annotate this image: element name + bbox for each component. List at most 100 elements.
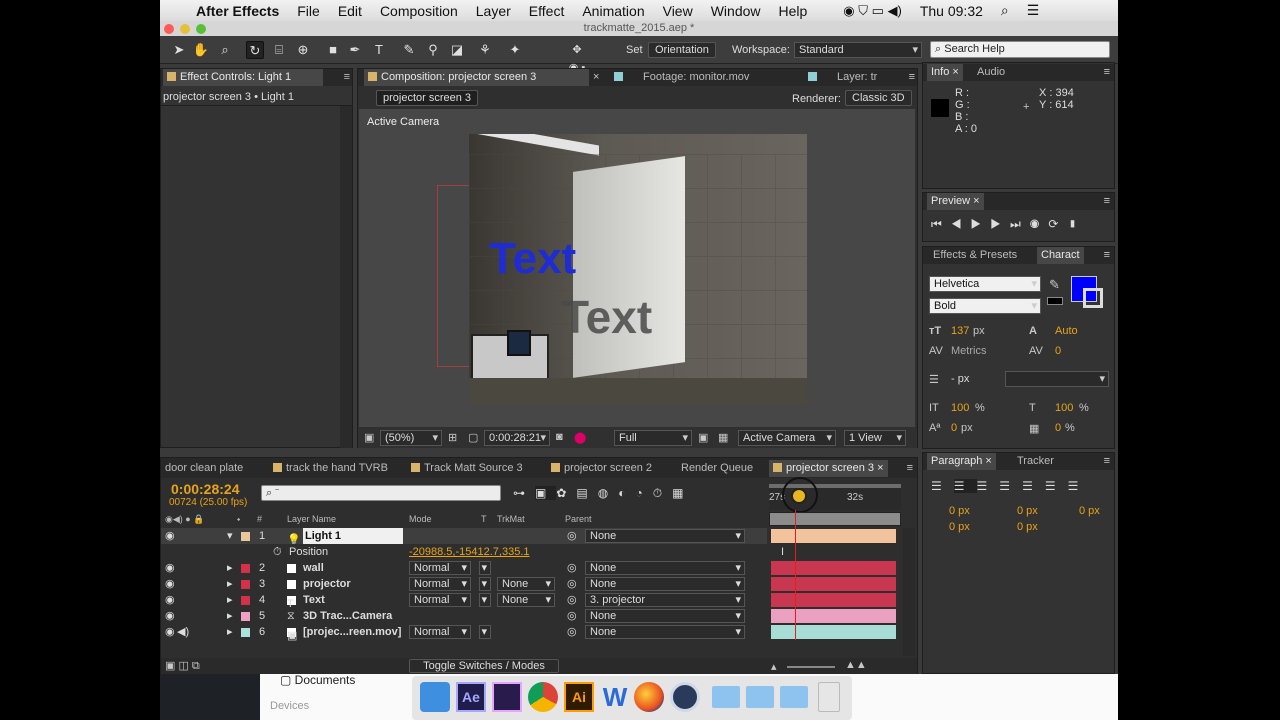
folder-icon[interactable] [712, 686, 740, 708]
view-layout-dropdown[interactable]: 1 View [844, 430, 906, 446]
kerning-value[interactable]: Metrics [951, 345, 986, 357]
camera-dropdown[interactable]: Active Camera [738, 430, 836, 446]
pan-behind-tool-icon[interactable]: ⊕ [294, 41, 312, 59]
timeline-search-input[interactable]: ⌕ ⁻ [261, 485, 501, 501]
table-row[interactable]: ◉ ▸ 5 ⧖ 3D Trac...Camera ◎ None [161, 608, 767, 624]
zoom-out-icon[interactable]: ▴ [771, 660, 777, 673]
chrome-icon[interactable] [528, 682, 558, 712]
preserve-transparency-box[interactable] [479, 625, 491, 639]
pickwhip-icon[interactable]: ◎ [567, 608, 577, 624]
layer-duration-bar[interactable] [771, 609, 896, 623]
layer-duration-bar[interactable] [771, 529, 896, 543]
app-menu[interactable]: After Effects [187, 3, 288, 19]
parent-dropdown[interactable]: None [585, 625, 745, 639]
baseline-shift-value[interactable]: 0 [951, 422, 957, 434]
panel-menu-icon[interactable]: ≡ [909, 71, 915, 83]
layer-name[interactable]: wall [303, 560, 324, 576]
last-frame-icon[interactable]: ⏭ [1010, 217, 1030, 231]
tracking-value[interactable]: 0 [1055, 345, 1061, 357]
notification-icon[interactable]: ☰ [1018, 2, 1049, 19]
rectangle-tool-icon[interactable]: ■ [324, 41, 342, 59]
ram-preview-icon[interactable]: ▮ [1067, 217, 1086, 231]
effect-controls-scrollbar[interactable] [340, 106, 352, 448]
stopwatch-icon[interactable]: ⏱ [653, 486, 672, 500]
indent-right[interactable]: 0 px [1017, 505, 1038, 517]
minimize-window-icon[interactable] [180, 24, 190, 34]
mode-dropdown[interactable]: Normal [409, 561, 471, 575]
tab-render-queue[interactable]: Render Queue [677, 460, 757, 477]
label-color-swatch[interactable] [241, 532, 250, 541]
comp-frame[interactable]: Text Text [469, 134, 807, 404]
pickwhip-icon[interactable]: ◎ [567, 592, 577, 608]
loop-icon[interactable]: ⟳ [1048, 217, 1067, 231]
layer-name[interactable]: projector [303, 576, 351, 592]
expand-icon[interactable]: ▸ [227, 576, 233, 592]
panel-menu-icon[interactable]: ≡ [1104, 455, 1110, 467]
stopwatch-icon[interactable]: ⏱ [273, 544, 282, 560]
eye-icon[interactable]: ◉ [165, 592, 175, 608]
preserve-transparency-box[interactable] [479, 561, 491, 575]
channels-icon[interactable]: ⬤ [574, 431, 586, 444]
stroke-color-swatch[interactable] [1083, 288, 1103, 308]
current-time[interactable]: 0:00:28:24 [171, 481, 240, 497]
mode-dropdown[interactable]: Normal [409, 577, 471, 591]
leading-value[interactable]: Auto [1055, 325, 1078, 337]
table-row[interactable]: ◉ ▸ 4 T Text Normal None ◎ 3. projector [161, 592, 767, 610]
menu-view[interactable]: View [654, 3, 702, 19]
shy-icon[interactable]: ✿ [556, 486, 576, 500]
menu-edit[interactable]: Edit [329, 3, 371, 19]
layer-name[interactable]: Text [303, 592, 325, 608]
expand-icon[interactable]: ▾ [227, 528, 233, 544]
next-frame-icon[interactable]: ▶ [990, 217, 1010, 231]
selection-tool-icon[interactable]: ➤ [170, 41, 188, 59]
align-left-icon[interactable]: ☰ [931, 479, 954, 493]
parent-dropdown[interactable]: None [585, 609, 745, 623]
finder-documents[interactable]: ▢ Documents [280, 673, 355, 687]
preserve-transparency-box[interactable] [479, 593, 491, 607]
space-before[interactable]: 0 px [949, 521, 970, 533]
trkmat-column[interactable]: TrkMat [497, 514, 525, 524]
roto-brush-tool-icon[interactable]: ⚘ [476, 41, 494, 59]
renderer-button[interactable]: Classic 3D [845, 90, 912, 106]
resolution-dropdown[interactable]: Full [614, 430, 692, 446]
parent-column[interactable]: Parent [565, 514, 592, 524]
justify-all-icon[interactable]: ☰ [1068, 479, 1091, 493]
premiere-icon[interactable] [492, 682, 522, 712]
font-size-value[interactable]: 137 [951, 325, 969, 337]
menu-effect[interactable]: Effect [520, 3, 574, 19]
tab-preview[interactable]: Preview × [927, 193, 984, 210]
font-family-dropdown[interactable]: Helvetica [929, 276, 1041, 292]
layer-duration-bar[interactable] [771, 561, 896, 575]
tab-tracker[interactable]: Tracker [1013, 453, 1058, 470]
mode-column[interactable]: Mode [409, 514, 432, 524]
table-row[interactable]: ◉ ▸ 3 projector Normal None ◎ None [161, 576, 767, 592]
panel-menu-icon[interactable]: ≡ [344, 71, 350, 83]
layer-name[interactable]: [projec...reen.mov] [303, 624, 401, 640]
mode-dropdown[interactable]: Normal [409, 593, 471, 607]
quicktime-icon[interactable] [670, 682, 700, 712]
eyedropper-icon[interactable]: ✎ [1049, 277, 1060, 293]
layer-name[interactable]: 3D Trac...Camera [303, 608, 392, 624]
parent-dropdown[interactable]: None [585, 577, 745, 591]
firefox-icon[interactable] [634, 682, 664, 712]
tab-effect-controls[interactable]: Effect Controls: Light 1 [163, 69, 323, 86]
audio-icon[interactable]: ◀) [177, 624, 189, 640]
menu-help[interactable]: Help [770, 3, 817, 19]
search-help-field[interactable]: ⌕ Search Help [930, 41, 1110, 58]
word-icon[interactable]: W [600, 682, 630, 712]
parent-dropdown[interactable]: 3. projector [585, 593, 745, 607]
local-axis-icon[interactable]: ✥ ◉ ▪ [568, 41, 586, 74]
timeline-zoom-bar[interactable] [769, 512, 901, 526]
footer-icons[interactable]: ▣ ◫ ⧉ [165, 659, 200, 673]
zoom-slider[interactable] [787, 666, 835, 668]
label-color-swatch[interactable] [241, 564, 250, 573]
audio-icon[interactable]: ◉ [1030, 217, 1049, 231]
tab-character[interactable]: Charact [1037, 247, 1084, 264]
tab-info[interactable]: Info × [927, 64, 963, 81]
menu-animation[interactable]: Animation [573, 3, 653, 19]
layer-name-column[interactable]: Layer Name [287, 514, 336, 524]
layer-name[interactable]: Light 1 [303, 528, 403, 544]
puppet-tool-icon[interactable]: ✦ [506, 41, 524, 59]
spotlight-icon[interactable]: ⌕ [992, 2, 1018, 19]
panel-menu-icon[interactable]: ≡ [1104, 66, 1110, 78]
